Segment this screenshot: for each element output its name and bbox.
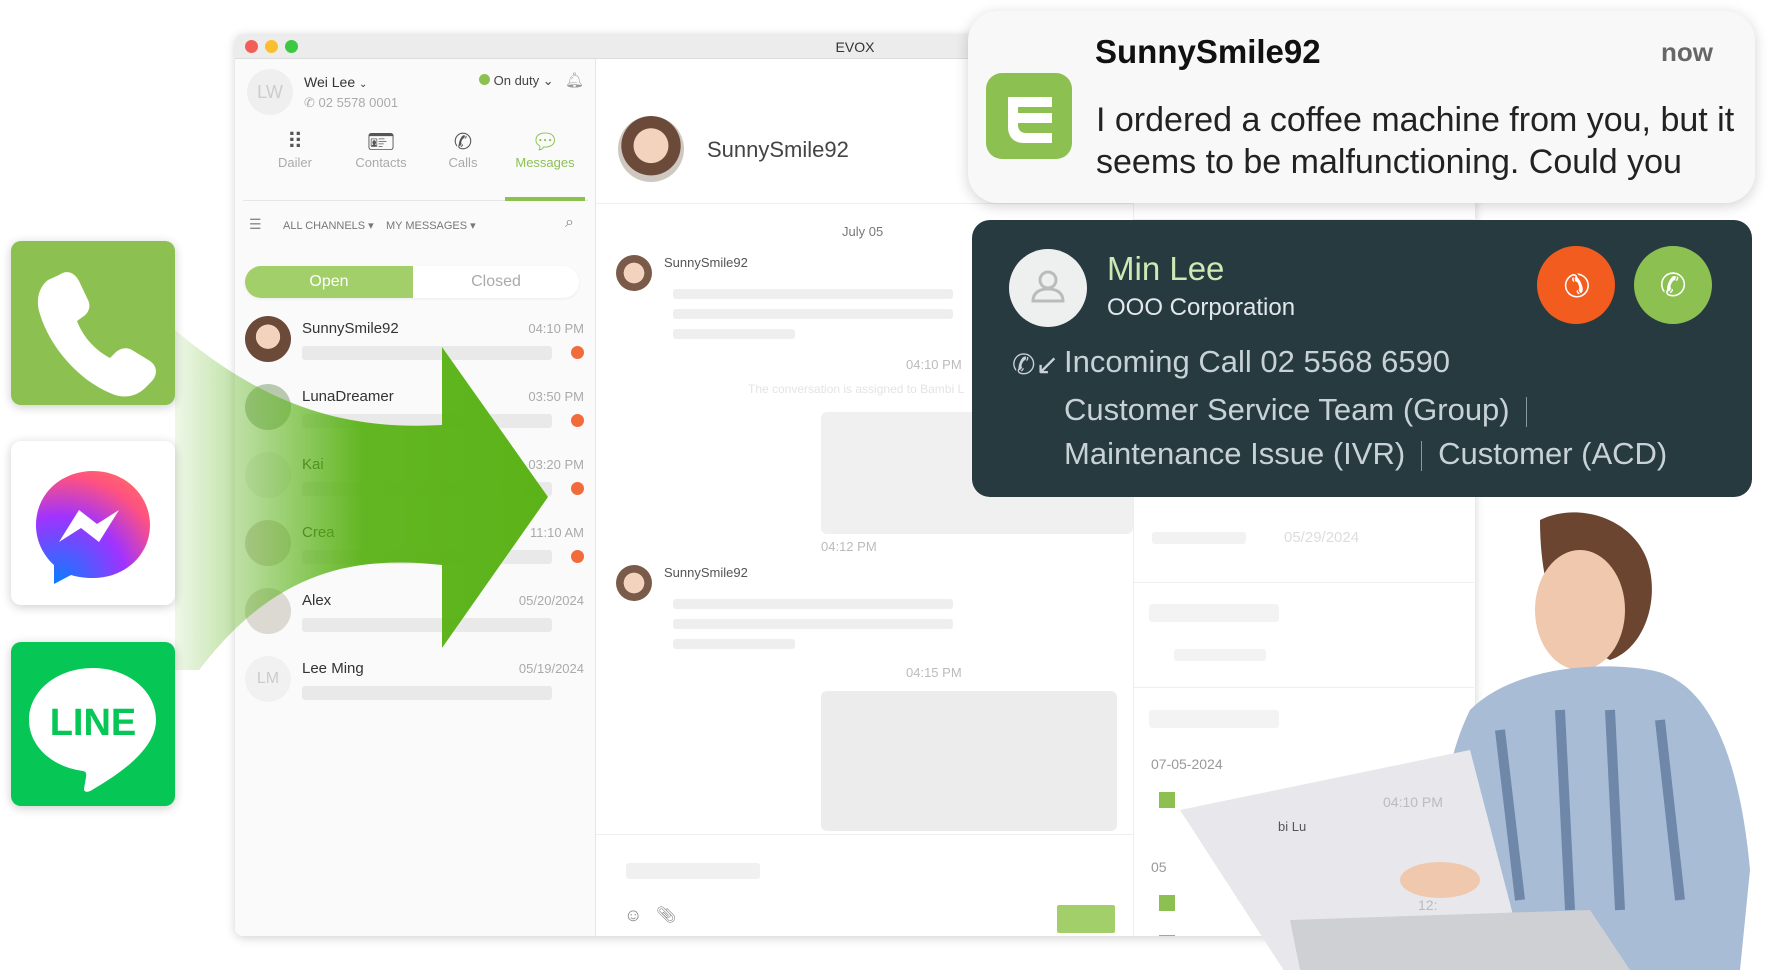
date-divider: July 05 <box>842 224 884 239</box>
message-placeholder <box>673 599 953 609</box>
phone-icon: ✆ <box>453 129 473 154</box>
message-placeholder <box>673 639 795 649</box>
message-time: 04:10 PM <box>906 357 962 372</box>
tab-calls[interactable]: ✆ Calls <box>423 129 503 170</box>
channels-filter-text: ALL CHANNELS <box>283 220 366 232</box>
phone-icon: ✆ <box>1659 267 1687 303</box>
phone-icon: ✆ <box>304 95 315 110</box>
message-time: 04:12 PM <box>821 539 877 554</box>
phone-channel-icon <box>11 241 175 405</box>
caller-company: OOO Corporation <box>1107 294 1296 321</box>
open-closed-toggle: Open Closed <box>245 266 579 298</box>
system-message: The conversation is assigned to Bambi L <box>748 382 965 396</box>
search-icon[interactable]: ⌕ <box>565 214 574 232</box>
tab-label: Messages <box>515 155 575 170</box>
status-text: On duty <box>493 73 540 88</box>
message-input[interactable] <box>626 863 760 879</box>
send-button[interactable] <box>1057 905 1115 933</box>
incoming-call-number: Incoming Call 02 5568 6590 <box>1064 344 1451 379</box>
notification-text: I ordered a coffee machine from you, but… <box>1096 101 1735 181</box>
incoming-call-icon: ✆↙ <box>1012 349 1059 380</box>
sender-name: SunnySmile92 <box>664 255 748 270</box>
message-time: 04:15 PM <box>906 665 962 680</box>
tab-label: Calls <box>448 155 478 170</box>
sender-name: SunnySmile92 <box>664 565 748 580</box>
message-placeholder <box>673 329 795 339</box>
message-placeholder <box>673 309 953 319</box>
attachment-icon[interactable]: 📎︎ <box>656 905 676 925</box>
sender-avatar <box>616 565 652 601</box>
unread-indicator <box>571 550 584 563</box>
user-phone-text: 02 5578 0001 <box>318 95 399 110</box>
user-name[interactable]: Wei Lee ⌄ <box>304 74 367 90</box>
decline-call-button[interactable]: ✆ <box>1537 246 1615 324</box>
tab-messages[interactable]: 💬︎ Messages <box>505 129 585 201</box>
caller-name: Min Lee <box>1107 250 1225 287</box>
routing-acd: Customer (ACD) <box>1438 436 1668 471</box>
message-icon: 💬︎ <box>531 129 559 154</box>
call-routing-2: Maintenance Issue (IVR) Customer (ACD) <box>1064 436 1667 472</box>
user-name-text: Wei Lee <box>304 74 356 90</box>
dialpad-icon: ⠿ <box>286 129 304 154</box>
person-icon <box>1031 270 1065 303</box>
caller-avatar <box>1009 249 1087 327</box>
routing-ivr: Maintenance Issue (IVR) <box>1064 436 1406 471</box>
channel-arrow <box>175 330 548 670</box>
line-channel-icon: LINE <box>11 642 175 806</box>
messages-filter-text: MY MESSAGES <box>386 220 468 232</box>
open-tab[interactable]: Open <box>245 266 413 298</box>
agent-photo <box>1180 512 1750 970</box>
line-logo-text: LINE <box>50 702 137 744</box>
tab-label: Dailer <box>278 155 312 170</box>
unread-indicator <box>571 414 584 427</box>
accept-call-button[interactable]: ✆ <box>1634 246 1712 324</box>
emoji-icon[interactable]: ☺ <box>624 905 642 926</box>
separator <box>1421 440 1423 471</box>
message-notification[interactable]: SunnySmile92 now I ordered a coffee mach… <box>968 11 1755 203</box>
unread-indicator <box>571 346 584 359</box>
chat-contact-name: SunnySmile92 <box>707 137 849 162</box>
history-time: 04:10 PM <box>1383 794 1443 810</box>
agent-name: bi Lu <box>1278 819 1307 834</box>
contact-avatar <box>618 116 684 182</box>
nav-tabs: ⠿ Dailer 🪪︎ Contacts ✆ Calls 💬︎ Messages <box>243 129 588 201</box>
routing-group: Customer Service Team (Group) <box>1064 392 1510 427</box>
tab-contacts[interactable]: 🪪︎ Contacts <box>341 129 421 170</box>
messenger-channel-icon <box>11 441 175 605</box>
messages-filter[interactable]: MY MESSAGES ▾ <box>386 219 476 232</box>
user-phone: ✆ 02 5578 0001 <box>304 95 398 111</box>
status-dropdown[interactable]: On duty ⌄ <box>479 73 554 89</box>
notification-time: now <box>1661 37 1713 67</box>
contact-card-icon: 🪪︎ <box>367 129 395 154</box>
channels-filter[interactable]: ALL CHANNELS ▾ <box>283 219 374 232</box>
history-time: 12: <box>1418 897 1438 913</box>
message-placeholder <box>673 289 953 299</box>
sender-avatar <box>616 255 652 291</box>
avatar: LW <box>247 69 293 115</box>
notification-sender: SunnySmile92 <box>1095 33 1321 70</box>
chevron-down-icon: ⌄ <box>359 79 368 90</box>
call-routing: Customer Service Team (Group) <box>1064 392 1543 428</box>
incoming-call-card: Min Lee OOO Corporation ✆ ✆ ✆↙ Incoming … <box>972 220 1752 497</box>
tab-label: Contacts <box>355 155 407 170</box>
separator <box>1525 396 1527 427</box>
bell-icon[interactable]: 🔔︎ <box>565 71 584 89</box>
message-placeholder <box>673 619 953 629</box>
outgoing-message <box>821 691 1117 831</box>
evox-app-icon <box>986 73 1072 159</box>
closed-tab[interactable]: Closed <box>413 266 579 298</box>
preview-placeholder <box>302 686 552 700</box>
unread-indicator <box>571 482 584 495</box>
sort-icon[interactable]: ☰ <box>249 216 262 233</box>
composer: ☺ 📎︎ <box>596 834 1133 936</box>
tab-dailer[interactable]: ⠿ Dailer <box>255 129 335 170</box>
status-dot-icon <box>479 74 490 85</box>
hang-up-icon: ✆ <box>1553 262 1599 308</box>
